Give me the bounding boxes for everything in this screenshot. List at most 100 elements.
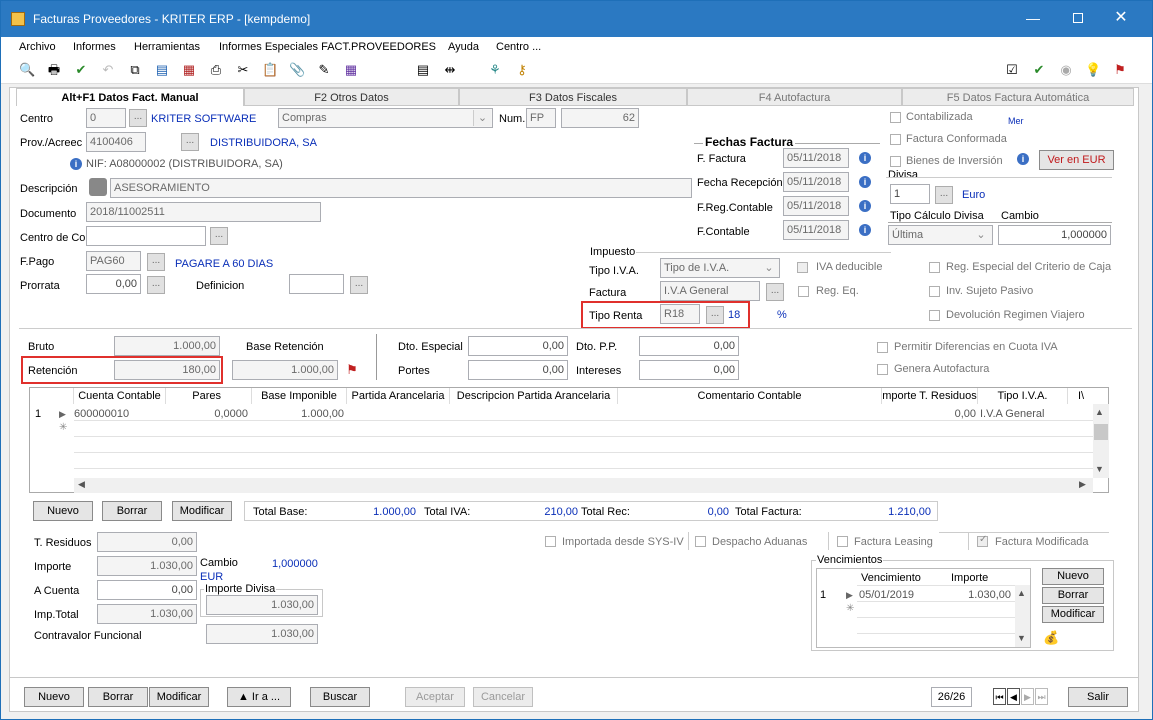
minimize-icon[interactable]: — [1023, 10, 1043, 26]
print-icon[interactable]: 🖶 [46, 62, 62, 78]
chevron-down-icon[interactable]: ⌄ [473, 110, 491, 126]
footer-buscar-button[interactable]: Buscar [310, 687, 370, 707]
col-vencimiento[interactable]: Vencimiento [861, 571, 921, 585]
tab-otros-datos[interactable]: F2 Otros Datos [244, 88, 459, 106]
definicion-lookup-button[interactable]: ... [350, 276, 368, 294]
fpago-lookup-button[interactable]: ... [147, 253, 165, 271]
view-icon[interactable]: ◉ [1058, 62, 1074, 78]
tipo-calc-chevron-icon[interactable]: ⌄ [972, 227, 990, 243]
modificada-checkbox[interactable]: ✓ [977, 534, 988, 547]
col-residuos[interactable]: mporte T. Residuos [882, 388, 978, 404]
mer-link[interactable]: Mer [1008, 114, 1024, 128]
venc-cell-fecha[interactable]: 05/01/2019 [859, 588, 914, 602]
devolucion-checkbox[interactable] [929, 310, 940, 321]
centro-co-lookup-button[interactable]: ... [210, 227, 228, 245]
contabilizada-checkbox[interactable] [890, 112, 901, 123]
col-descripcion-partida[interactable]: Descripcion Partida Arancelaria [450, 388, 618, 404]
cell-residuos[interactable]: 0,00 [882, 407, 976, 421]
retencion-input[interactable]: 180,00 [114, 360, 220, 380]
clipboard-icon[interactable]: 📋 [262, 62, 278, 78]
tab-datos-fiscales[interactable]: F3 Datos Fiscales [459, 88, 687, 106]
centro-co-input[interactable] [86, 226, 206, 246]
footer-nuevo-button[interactable]: Nuevo [24, 687, 84, 707]
attach-icon[interactable]: ✎ [316, 62, 332, 78]
col-more[interactable]: I\ [1068, 388, 1094, 404]
col-pares[interactable]: Pares [166, 388, 252, 404]
dto-especial-input[interactable]: 0,00 [468, 336, 568, 356]
f-reg-contable-info-icon[interactable]: i [859, 200, 871, 212]
lightbulb-icon[interactable]: 💡 [1085, 62, 1101, 78]
scroll-thumb[interactable] [1094, 424, 1108, 440]
tab-datos-fact-manual[interactable]: Alt+F1 Datos Fact. Manual [16, 88, 244, 106]
centro-lookup-button[interactable]: ... [129, 109, 147, 127]
t-residuos-input[interactable]: 0,00 [97, 532, 197, 552]
footer-aceptar-button[interactable]: Aceptar [405, 687, 465, 707]
grid-modificar-button[interactable]: Modificar [172, 501, 232, 521]
grid-borrar-button[interactable]: Borrar [102, 501, 162, 521]
prov-input[interactable]: 4100406 [86, 132, 146, 152]
menu-herramientas[interactable]: Herramientas [134, 40, 200, 54]
f-factura-info-icon[interactable]: i [859, 152, 871, 164]
f-contable-info-icon[interactable]: i [859, 224, 871, 236]
importada-checkbox[interactable] [545, 536, 556, 547]
calendar-icon[interactable]: ▦ [181, 62, 197, 78]
bienes-info-icon[interactable]: i [1017, 153, 1029, 165]
venc-scroll-up-icon[interactable]: ▲ [1017, 588, 1026, 598]
scroll-down-icon[interactable]: ▼ [1095, 464, 1104, 474]
prorrata-input[interactable]: 0,00 [86, 274, 141, 294]
reg-especial-checkbox[interactable] [929, 262, 940, 273]
cell-pares[interactable]: 0,0000 [166, 407, 248, 421]
info-icon[interactable]: i [70, 158, 82, 170]
menu-archivo[interactable]: Archivo [19, 40, 56, 54]
venc-cell-importe[interactable]: 1.030,00 [937, 588, 1011, 602]
form-icon[interactable]: ▤ [154, 62, 170, 78]
permitir-checkbox[interactable] [877, 342, 888, 353]
copy-icon[interactable]: ⧉ [127, 62, 143, 78]
maximize-icon[interactable] [1068, 10, 1088, 26]
footer-modificar-button[interactable]: Modificar [149, 687, 209, 707]
base-ret-input[interactable]: 1.000,00 [232, 360, 338, 380]
conformada-checkbox[interactable] [890, 134, 901, 145]
menu-informes-especiales[interactable]: Informes Especiales FACT.PROVEEDORES [219, 40, 436, 54]
centro-input[interactable]: 0 [86, 108, 126, 128]
printer-icon[interactable]: ⎙ [208, 62, 224, 78]
f-recepcion-info-icon[interactable]: i [859, 176, 871, 188]
tab-datos-factura-automatica[interactable]: F5 Datos Factura Automática [902, 88, 1134, 106]
menu-centro[interactable]: Centro ... [496, 40, 541, 54]
first-record-icon[interactable]: ⏮ [993, 688, 1006, 705]
num-input[interactable]: 62 [561, 108, 639, 128]
close-icon[interactable]: ✕ [1111, 8, 1131, 28]
table-icon[interactable]: ▤ [415, 62, 431, 78]
columns-icon[interactable]: ⇹ [442, 62, 458, 78]
venc-scroll-down-icon[interactable]: ▼ [1017, 633, 1026, 643]
f-contable-input[interactable]: 05/11/2018 [783, 220, 849, 240]
scroll-right-icon[interactable]: ▶ [1079, 479, 1086, 490]
f-recepcion-input[interactable]: 05/11/2018 [783, 172, 849, 192]
grid-hscrollbar[interactable]: ◀ ▶ [74, 478, 1093, 493]
footer-ira-button[interactable]: ▲ Ir a ... [227, 687, 291, 707]
tree-icon[interactable]: ⚘ [487, 62, 503, 78]
factura-input[interactable]: I.V.A General [660, 281, 760, 301]
cambio-input[interactable]: 1,000000 [998, 225, 1111, 245]
last-record-icon[interactable]: ⏭ [1035, 688, 1048, 705]
help-icon[interactable]: ⚑ [1112, 62, 1128, 78]
factura-lookup-button[interactable]: ... [766, 283, 784, 301]
definicion-input[interactable] [289, 274, 344, 294]
reg-eq-checkbox[interactable] [798, 286, 809, 297]
retencion-tool-icon[interactable]: ⚑ [344, 362, 360, 378]
col-base[interactable]: Base Imponible [252, 388, 347, 404]
tipo-iva-chevron-icon[interactable]: ⌄ [760, 260, 778, 276]
approve-icon[interactable]: ✔ [1031, 62, 1047, 78]
print-preview-icon[interactable]: 🔍 [19, 62, 35, 78]
documento-input[interactable]: 2018/11002511 [86, 202, 321, 222]
cut-icon[interactable]: ✂ [235, 62, 251, 78]
leasing-checkbox[interactable] [837, 536, 848, 547]
filter-icon[interactable]: ⚷ [514, 62, 530, 78]
cell-tipo-iva[interactable]: I.V.A General [980, 407, 1044, 421]
prorrata-lookup-button[interactable]: ... [147, 276, 165, 294]
scroll-left-icon[interactable]: ◀ [78, 479, 85, 490]
importe-input[interactable]: 1.030,00 [97, 556, 197, 576]
genera-auto-checkbox[interactable] [877, 364, 888, 375]
divisa-input[interactable]: 1 [890, 184, 930, 204]
num-series-input[interactable]: FP [526, 108, 556, 128]
